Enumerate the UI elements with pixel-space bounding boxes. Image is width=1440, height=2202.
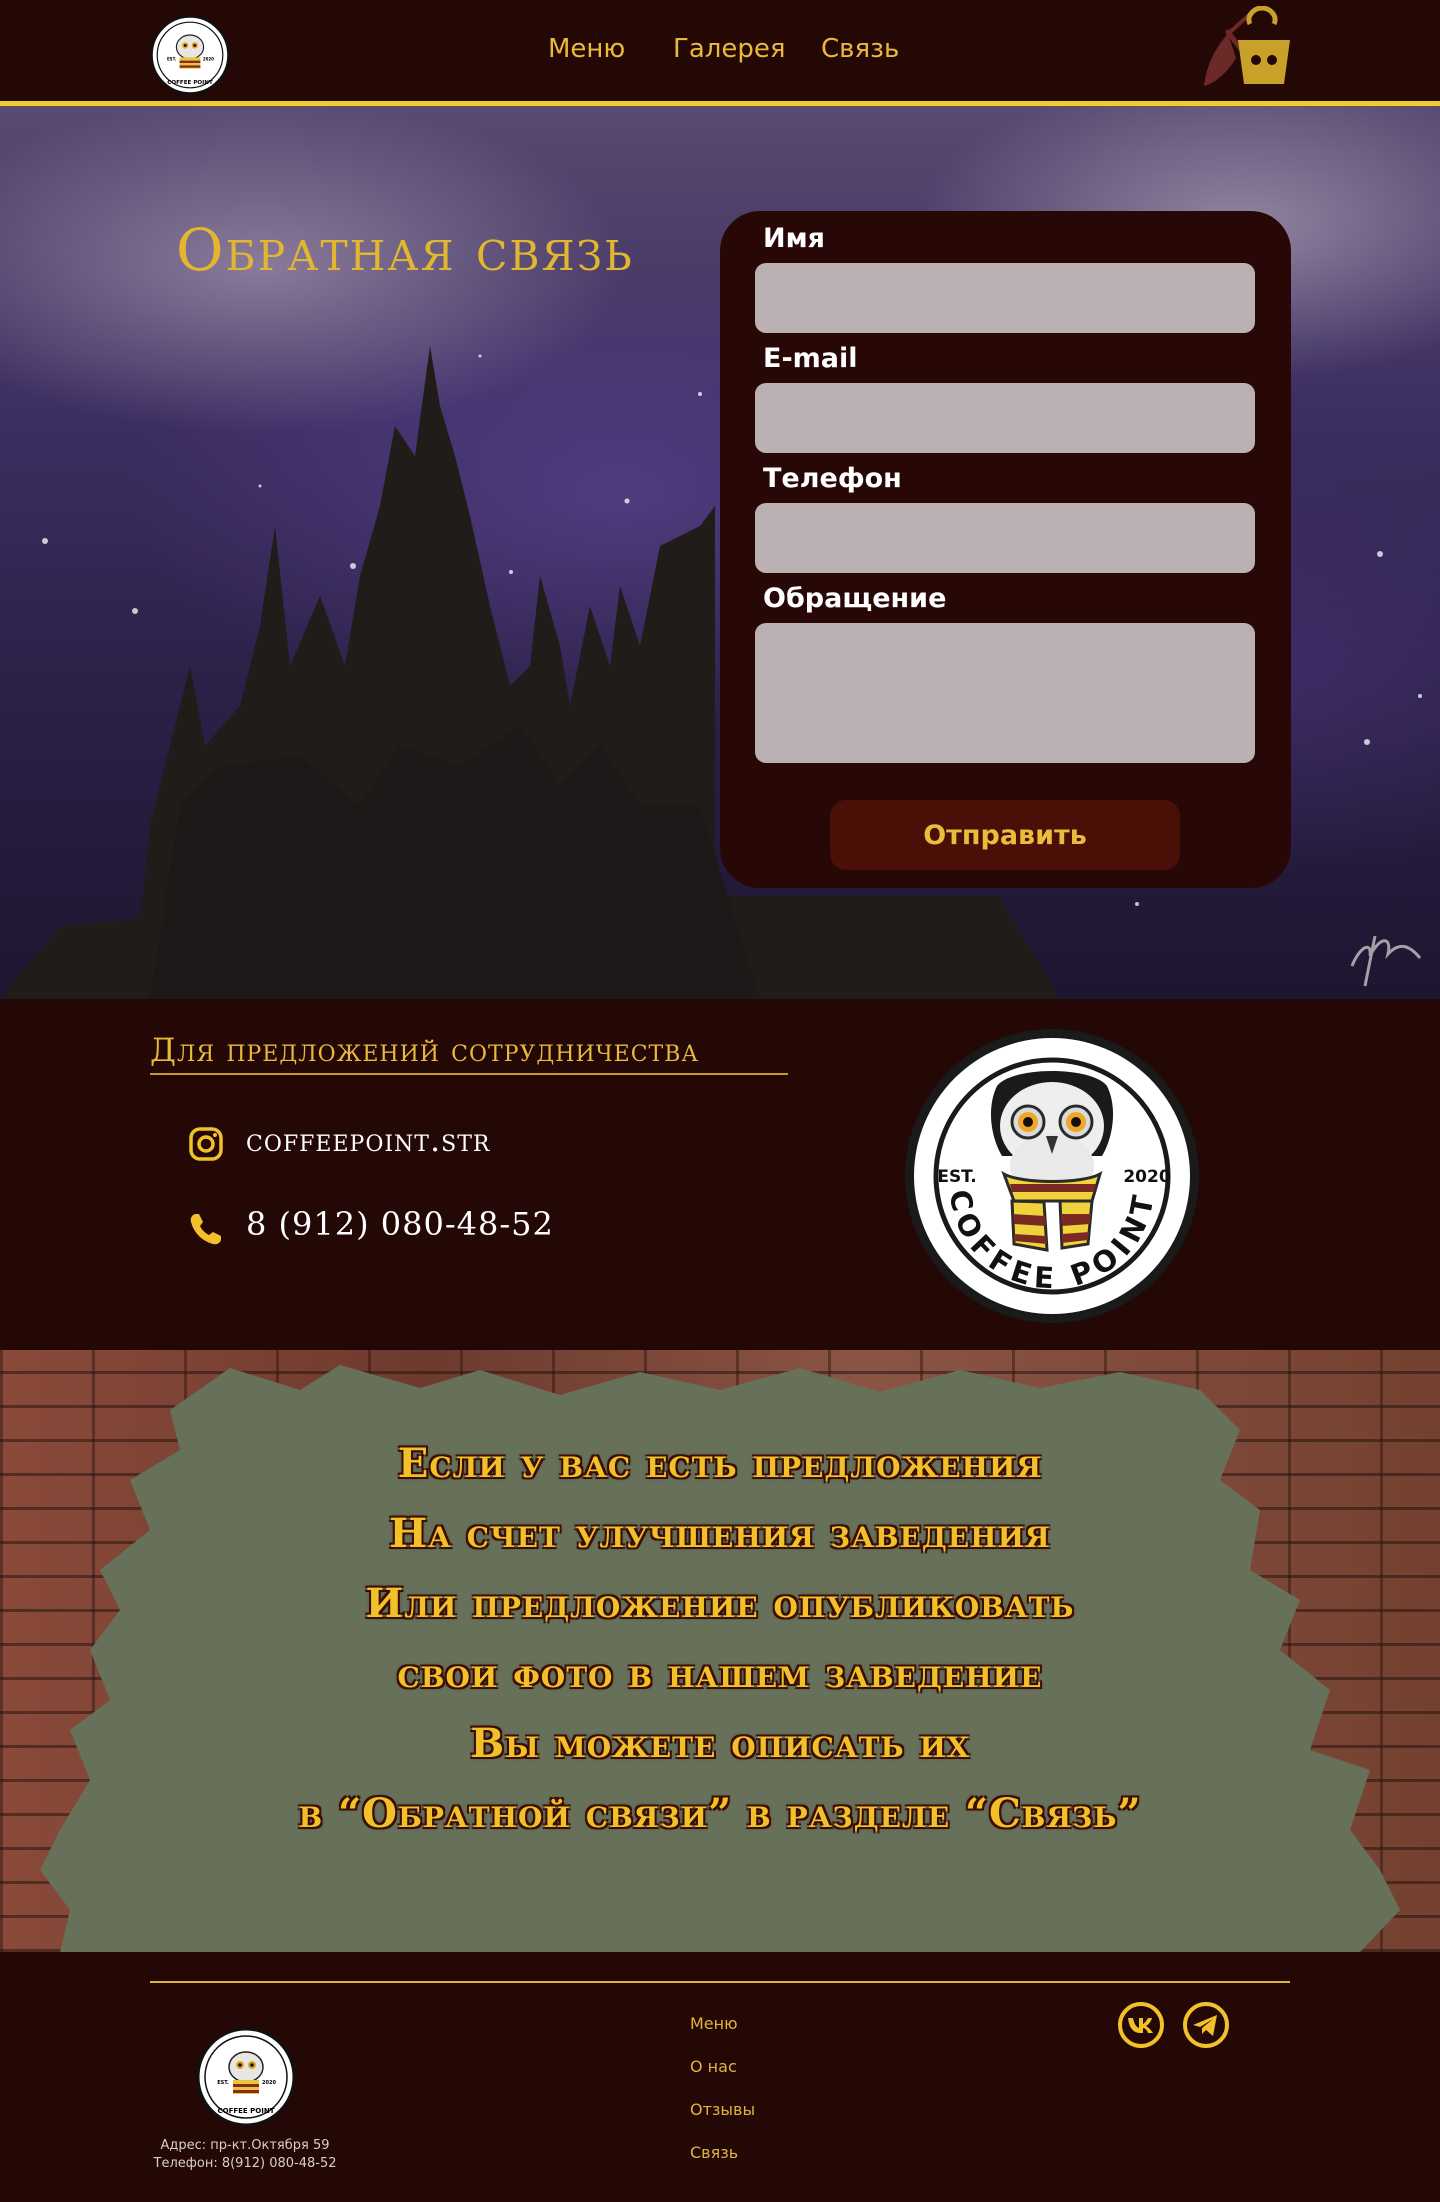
- phone-icon: [190, 1214, 221, 1245]
- suggestions-wall: Если у вас есть предложения На счет улуч…: [0, 1350, 1440, 1952]
- logo-est-text: EST.: [937, 1167, 976, 1187]
- wall-line-6: в “Обратной связи” в разделе “Связь”: [298, 1790, 1142, 1837]
- instagram-icon: [189, 1127, 223, 1161]
- footer-link-contact[interactable]: Связь: [690, 2143, 738, 2162]
- svg-text:2020: 2020: [262, 2080, 276, 2086]
- footer-link-menu[interactable]: Меню: [690, 2014, 738, 2033]
- name-input[interactable]: [755, 263, 1255, 333]
- wall-line-3: Или предложение опубликовать: [365, 1580, 1075, 1627]
- basket-broom-icon[interactable]: [1198, 6, 1294, 96]
- wall-line-4: свои фото в нашем заведение: [397, 1650, 1043, 1697]
- svg-text:EST.: EST.: [167, 57, 177, 62]
- footer-logo-owl-icon[interactable]: EST. 2020 COFFEE POINT: [196, 2027, 296, 2127]
- wall-line-2: На счет улучшения заведения: [389, 1510, 1051, 1557]
- phone-label: Телефон: [763, 463, 902, 494]
- email-label: E-mail: [763, 343, 858, 374]
- footer-link-about[interactable]: О нас: [690, 2057, 737, 2076]
- feedback-hero: Обратная связь Имя E-mail Телефон Обраще…: [0, 106, 1440, 999]
- logo-year-text: 2020: [1123, 1167, 1170, 1187]
- feedback-form: Имя E-mail Телефон Обращение Отправить: [720, 211, 1291, 888]
- footer-divider: [150, 1981, 1290, 1983]
- submit-button[interactable]: Отправить: [830, 800, 1180, 870]
- nav-contact-link[interactable]: Связь: [821, 34, 899, 64]
- telegram-icon[interactable]: [1182, 2001, 1230, 2049]
- nav-menu-link[interactable]: Меню: [548, 34, 625, 64]
- feedback-title: Обратная связь: [176, 216, 634, 284]
- footer-link-reviews[interactable]: Отзывы: [690, 2100, 755, 2119]
- nav-gallery-link[interactable]: Галерея: [673, 34, 786, 64]
- vk-icon[interactable]: [1117, 2001, 1165, 2049]
- footer-phone: Телефон: 8(912) 080-48-52: [153, 2156, 337, 2171]
- name-label: Имя: [763, 223, 826, 254]
- contact-phone[interactable]: 8 (912) 080-48-52: [246, 1205, 554, 1243]
- wall-line-1: Если у вас есть предложения: [397, 1440, 1043, 1487]
- partnership-title: Для предложений сотрудничества: [150, 1031, 700, 1069]
- instagram-handle[interactable]: coffeepoint.str: [246, 1121, 490, 1159]
- message-textarea[interactable]: [755, 623, 1255, 763]
- email-input[interactable]: [755, 383, 1255, 453]
- partnership-section: Для предложений сотрудничества coffeepoi…: [0, 999, 1440, 1350]
- site-footer: EST. 2020 COFFEE POINT Адрес: пр-кт.Октя…: [0, 1952, 1440, 2202]
- svg-text:COFFEE POINT: COFFEE POINT: [167, 80, 213, 86]
- coffee-point-logo: EST. 2020 COFFEE POINT: [905, 1029, 1199, 1323]
- svg-text:COFFEE POINT: COFFEE POINT: [218, 2107, 275, 2115]
- logo-owl-icon[interactable]: EST. 2020 COFFEE POINT: [150, 15, 230, 95]
- message-label: Обращение: [763, 583, 947, 614]
- site-header: EST. 2020 COFFEE POINT Меню Галерея Связ…: [0, 0, 1440, 106]
- footer-address: Адрес: пр-кт.Октября 59: [160, 2138, 330, 2153]
- svg-text:EST.: EST.: [217, 2080, 229, 2086]
- svg-text:2020: 2020: [203, 57, 214, 62]
- wall-line-5: Вы можете описать их: [470, 1720, 970, 1767]
- phone-input[interactable]: [755, 503, 1255, 573]
- title-underline: [150, 1073, 788, 1075]
